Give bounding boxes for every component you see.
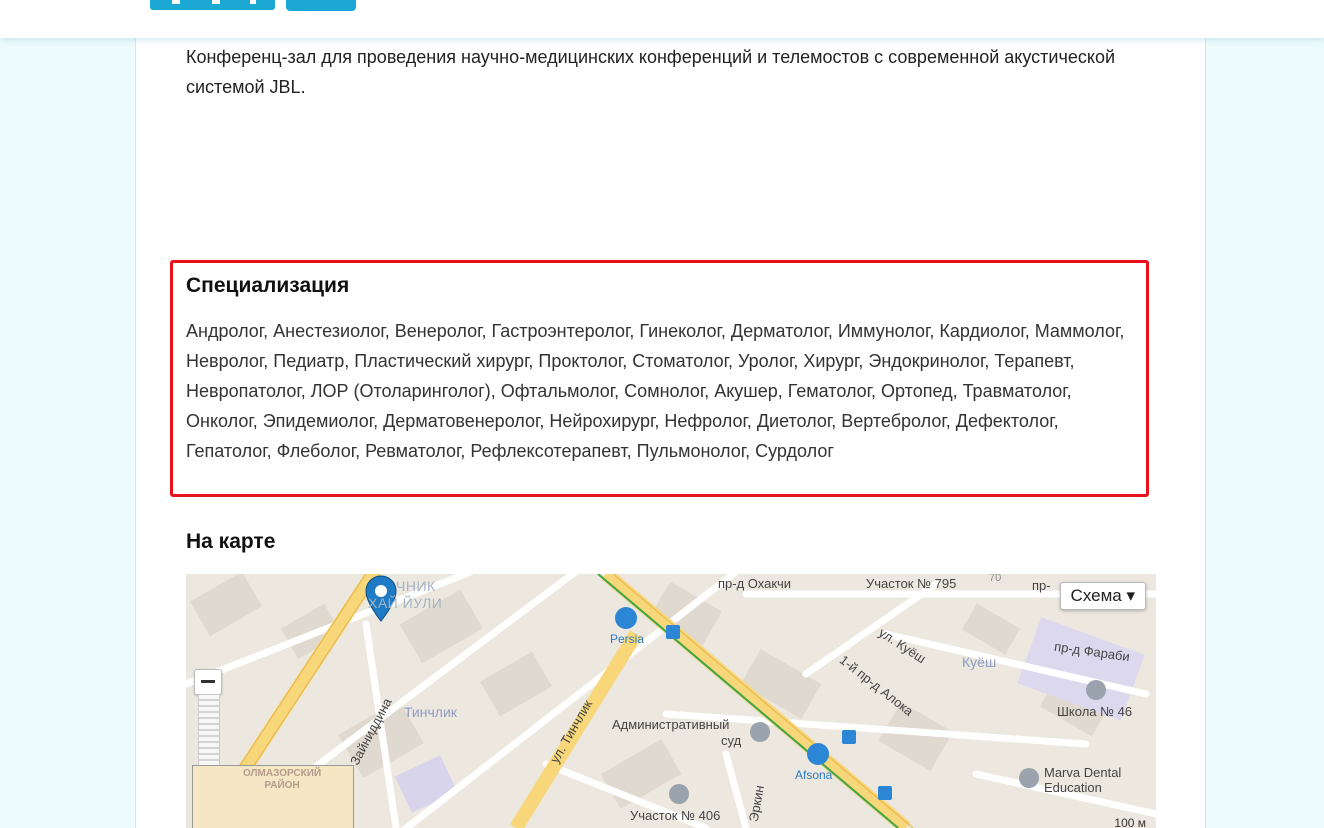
clinic-card: Конференц-зал для проведения научно-меди… — [135, 38, 1206, 828]
map-label-marva: Marva Dental — [1044, 765, 1122, 780]
specialization-title: Специализация — [186, 274, 350, 297]
map-title: На карте — [186, 530, 276, 553]
intro-text: Конференц-зал для проведения научно-меди… — [186, 47, 1116, 97]
map-label-tinchlik: Тинчлик — [404, 704, 457, 720]
overview-minimap[interactable]: ОЛМАЗОРСКИЙ РАЙОН — [192, 765, 354, 828]
map-label-court2: суд — [721, 733, 742, 748]
map-label-district: ЧНИК — [396, 578, 436, 594]
map-label-pr: пр- — [1032, 578, 1051, 593]
map-label-persia[interactable]: Persia — [610, 632, 644, 646]
specialization-list: Андролог, Анестезиолог, Венеролог, Гастр… — [186, 321, 1125, 461]
map-label-court: Административный — [612, 717, 730, 732]
site-logo[interactable] — [150, 0, 360, 12]
map-label-kuesh: Куёш — [962, 654, 997, 670]
map-widget[interactable]: ЧНИК ХАЙ ЙУЛИ пр-д Охакчи Участок № 795 … — [186, 574, 1156, 828]
map-label-uchastok795: Участок № 795 — [866, 576, 957, 591]
site-header — [0, 0, 1324, 38]
zoom-out-button[interactable] — [194, 669, 222, 695]
map-label-afsona[interactable]: Afsona — [795, 768, 832, 782]
map-type-button[interactable]: Схема ▾ — [1059, 582, 1146, 610]
map-label-marva2: Education — [1044, 780, 1102, 795]
map-label-district2: ХАЙ ЙУЛИ — [368, 595, 443, 611]
map-label-number: 70 — [989, 574, 1002, 584]
zoom-slider[interactable] — [198, 694, 220, 766]
map-label-okhakchi: пр-д Охакчи — [718, 576, 792, 591]
map-scale: 100 м — [1114, 816, 1146, 828]
minimap-district-label: ОЛМАЗОРСКИЙ РАЙОН — [243, 768, 322, 791]
map-label-school: Школа № 46 — [1057, 704, 1133, 719]
